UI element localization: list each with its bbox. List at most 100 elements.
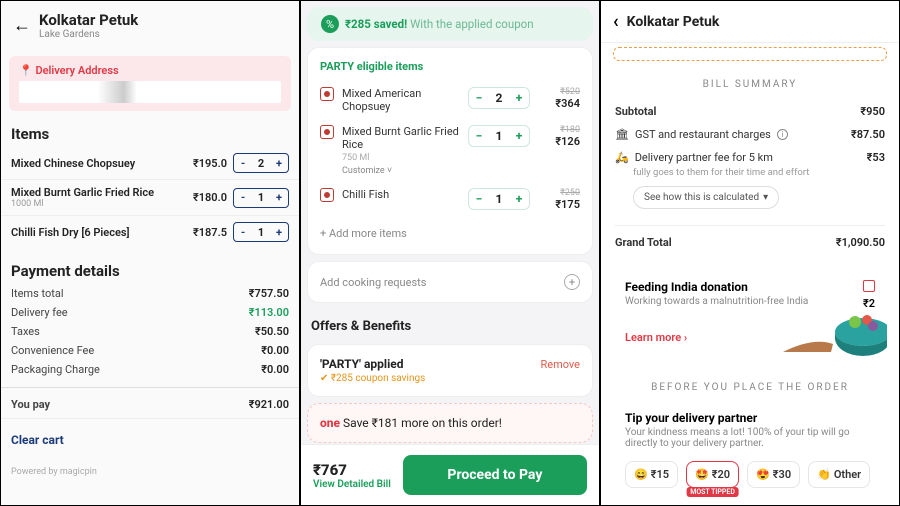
- applied-coupon: 'PARTY' applied: [320, 357, 404, 371]
- minus-button[interactable]: -: [234, 191, 252, 204]
- nonveg-icon: [320, 87, 334, 101]
- offers-heading: Offers & Benefits: [301, 309, 599, 338]
- item-name: Mixed Burnt Garlic Fried Rice: [342, 125, 460, 151]
- see-how-calculated[interactable]: See how this is calculated▾: [633, 186, 779, 209]
- bill-summary-heading: BILL SUMMARY: [601, 69, 899, 100]
- payment-row: Delivery fee₹113.00: [1, 303, 299, 322]
- minus-button[interactable]: -: [234, 226, 252, 239]
- cart-item: Chilli Fish −1+ ₹250₹175: [320, 182, 580, 217]
- plus-button[interactable]: +: [270, 226, 288, 239]
- tip-option[interactable]: 🤩₹20MOST TIPPED: [686, 461, 739, 488]
- item-name: Mixed Chinese Chopsuey: [11, 157, 135, 170]
- qty-stepper[interactable]: -2+: [233, 153, 289, 173]
- item-name: Chilli Fish Dry [6 Pieces]: [11, 226, 130, 239]
- qty-value: 1: [252, 191, 270, 204]
- qty-stepper[interactable]: −1+: [468, 125, 530, 147]
- grand-total-label: Grand Total: [615, 236, 672, 249]
- cart-item: Mixed Chinese Chopsuey ₹195.0 -2+: [1, 147, 299, 180]
- items-heading: Items: [1, 111, 299, 147]
- item-name: Chilli Fish: [342, 188, 460, 201]
- minus-button[interactable]: −: [469, 192, 489, 206]
- donation-checkbox[interactable]: [863, 280, 875, 292]
- tip-amount: ₹20: [712, 468, 730, 481]
- add-more-items[interactable]: + Add more items: [320, 217, 580, 242]
- customize-link[interactable]: Customize ˅: [342, 165, 460, 176]
- clear-cart-button[interactable]: Clear cart: [1, 418, 299, 461]
- salad-bowl-icon: [773, 292, 887, 356]
- qty-stepper[interactable]: -1+: [233, 188, 289, 208]
- item-price: ₹187.5: [193, 226, 227, 239]
- item-price: ₹180.0: [193, 191, 227, 204]
- nonveg-icon: [320, 125, 334, 139]
- tip-emoji: 🤩: [695, 468, 709, 481]
- item-price: ₹195.0: [193, 157, 227, 170]
- tip-emoji: 😍: [756, 468, 770, 481]
- plus-icon: +: [564, 274, 580, 290]
- plus-button[interactable]: +: [270, 191, 288, 204]
- plus-button[interactable]: +: [509, 129, 529, 143]
- payment-row: Taxes₹50.50: [1, 322, 299, 341]
- original-price: ₹520: [538, 87, 580, 97]
- minus-button[interactable]: −: [469, 91, 489, 105]
- plus-button[interactable]: +: [270, 157, 288, 170]
- final-price: ₹364: [538, 97, 580, 110]
- cart-item: Mixed Burnt Garlic Fried Rice1000 Ml ₹18…: [1, 180, 299, 216]
- nonveg-icon: [320, 188, 334, 202]
- payment-heading: Payment details: [1, 248, 299, 284]
- saved-amount: ₹285 saved!: [345, 17, 407, 31]
- minus-button[interactable]: -: [234, 157, 252, 170]
- restaurant-location: Lake Gardens: [39, 29, 138, 40]
- item-name: Mixed American Chopsuey: [342, 87, 460, 113]
- qty-stepper[interactable]: -1+: [233, 222, 289, 242]
- final-price: ₹175: [538, 198, 580, 211]
- qty-value: 1: [489, 129, 509, 143]
- back-button[interactable]: ←: [13, 15, 31, 36]
- bill-row: 🏛GST and restaurant chargesi₹87.50: [615, 123, 885, 146]
- tip-option[interactable]: 👏Other: [808, 461, 870, 488]
- tip-amount: Other: [834, 468, 861, 481]
- delivery-address-card[interactable]: 📍 Delivery Address: [9, 56, 291, 111]
- plus-button[interactable]: +: [509, 192, 529, 206]
- info-icon[interactable]: i: [777, 129, 788, 140]
- qty-value: 1: [252, 226, 270, 239]
- qty-value: 2: [489, 91, 509, 105]
- one-offer-card[interactable]: one Save ₹181 more on this order!: [307, 403, 593, 443]
- qty-stepper[interactable]: −1+: [468, 188, 530, 210]
- delivery-address-text: [19, 81, 281, 103]
- cart-item: Mixed American Chopsuey −2+ ₹520₹364: [320, 81, 580, 119]
- delivery-address-label: Delivery Address: [35, 64, 118, 77]
- promo-strip: [613, 47, 887, 61]
- cart-item: Chilli Fish Dry [6 Pieces] ₹187.5 -1+: [1, 216, 299, 248]
- add-cooking-requests[interactable]: Add cooking requests +: [307, 261, 593, 303]
- grand-total-value: ₹1,090.50: [836, 236, 885, 249]
- proceed-to-pay-button[interactable]: Proceed to Pay: [403, 455, 587, 495]
- item-name: Mixed Burnt Garlic Fried Rice: [11, 186, 154, 199]
- bill-row: Subtotal₹950: [615, 100, 885, 123]
- view-detailed-bill[interactable]: View Detailed Bill: [313, 479, 391, 490]
- tip-amount: ₹30: [773, 468, 791, 481]
- restaurant-title: Kolkatar Petuk: [39, 11, 138, 29]
- before-order-heading: BEFORE YOU PLACE THE ORDER: [601, 370, 899, 399]
- most-tipped-badge: MOST TIPPED: [686, 487, 739, 497]
- tip-title: Tip your delivery partner: [625, 411, 875, 425]
- qty-stepper[interactable]: −2+: [468, 87, 530, 109]
- plus-button[interactable]: +: [509, 91, 529, 105]
- learn-more-link[interactable]: Learn more ›: [625, 331, 687, 344]
- tip-emoji: 😄: [634, 468, 648, 481]
- payment-row: Packaging Charge₹0.00: [1, 360, 299, 379]
- percent-icon: %: [321, 15, 339, 33]
- chevron-down-icon: ▾: [763, 192, 768, 203]
- tip-option[interactable]: 😍₹30: [747, 461, 800, 488]
- you-pay-label: You pay: [11, 398, 50, 411]
- item-variant: 1000 Ml: [11, 199, 154, 209]
- tip-option[interactable]: 😄₹15: [625, 461, 678, 488]
- back-button[interactable]: ‹: [613, 11, 619, 32]
- minus-button[interactable]: −: [469, 129, 489, 143]
- tip-subtitle: Your kindness means a lot! 100% of your …: [625, 427, 875, 449]
- tip-amount: ₹15: [651, 468, 669, 481]
- bill-row: 🛵Delivery partner fee for 5 km₹53: [615, 146, 885, 169]
- donation-card[interactable]: Feeding India donation Working towards a…: [613, 268, 887, 356]
- bill-row-subtitle: fully goes to them for their time and ef…: [633, 167, 885, 178]
- item-variant: 750 Ml: [342, 153, 460, 163]
- remove-coupon[interactable]: Remove: [540, 358, 580, 371]
